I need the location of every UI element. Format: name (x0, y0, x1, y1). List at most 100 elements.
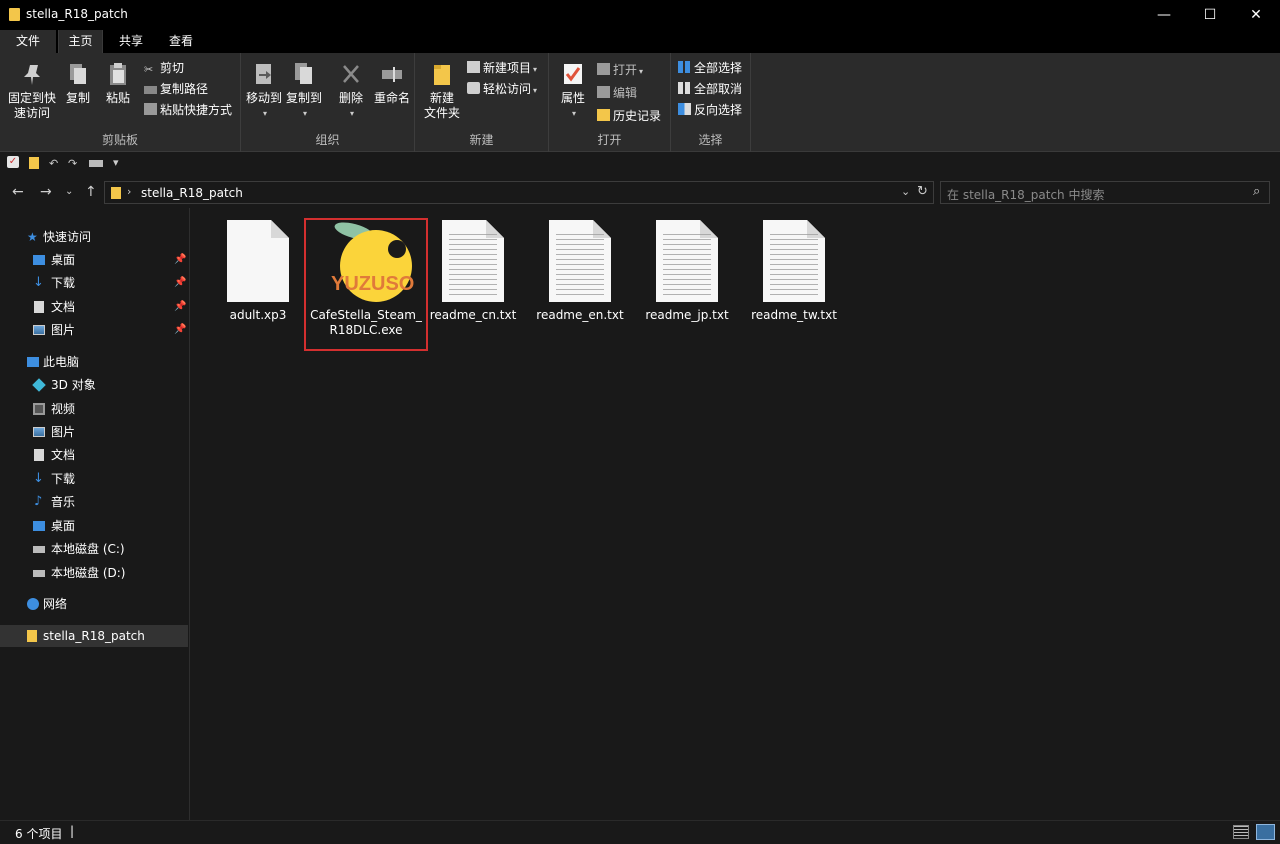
yuzusoft-app-icon: YUZUSOFT (318, 220, 439, 304)
nav-documents[interactable]: 文档 (0, 444, 188, 466)
move-to-icon (256, 64, 271, 84)
easy-access-label: 轻松访问 (483, 82, 532, 96)
forward-arrow-icon[interactable]: → (40, 184, 52, 200)
nav-drive-c[interactable]: 本地磁盘 (C:) (0, 538, 188, 560)
nav-current-folder[interactable]: stella_R18_patch (0, 625, 188, 647)
copy-path-icon (144, 86, 157, 94)
music-note-icon: ♪ (34, 494, 43, 509)
rename-button[interactable]: 重命名 (373, 61, 411, 106)
cut-button[interactable]: ✂ 剪切 (144, 59, 184, 77)
select-group-label: 选择 (698, 133, 723, 147)
rename-label: 重命名 (373, 91, 410, 105)
nav-pictures[interactable]: 图片 (0, 421, 188, 443)
delete-dropdown-icon: ▾ (349, 109, 354, 118)
nav-this-pc[interactable]: 此电脑 (0, 351, 188, 373)
text-file-icon (763, 220, 825, 302)
invert-selection-label: 反向选择 (694, 103, 743, 117)
customize-qat-icon[interactable]: ▾ (113, 156, 119, 169)
edit-label: 编辑 (613, 86, 638, 100)
nav-quick-downloads[interactable]: ↓ 下载 📌 (0, 272, 188, 294)
copy-button[interactable]: 复制 (64, 61, 92, 106)
details-view-icon[interactable] (1233, 825, 1249, 839)
new-group: 新建 文件夹 新建项目 ▾ 轻松访问 ▾ 新建 (415, 53, 549, 152)
nav-quick-downloads-label: 下载 (51, 276, 76, 290)
undo-icon[interactable]: ↶ (49, 157, 58, 170)
history-button[interactable]: 历史记录 (597, 107, 661, 125)
nav-drive-d[interactable]: 本地磁盘 (D:) (0, 562, 188, 584)
easy-access-button[interactable]: 轻松访问 ▾ (467, 80, 537, 98)
status-separator: | (70, 824, 75, 838)
select-none-button[interactable]: 全部取消 (678, 80, 742, 98)
copy-path-button[interactable]: 复制路径 (144, 80, 208, 98)
redo-icon[interactable]: ↷ (68, 157, 77, 170)
explorer-window: stella_R18_patch — ☐ ✕ 文件 主页 共享 查看 ︿ ? 固… (0, 0, 1280, 844)
file-item-selected[interactable]: YUZUSOFT CafeStella_Steam_R18DLC.exe (304, 218, 439, 351)
tab-home[interactable]: 主页 (58, 30, 103, 53)
move-to-button[interactable]: 移动到 ▾ (245, 61, 283, 121)
nav-quick-desktop[interactable]: 桌面 📌 (0, 249, 188, 271)
folder-icon (27, 630, 37, 642)
properties-dropdown-icon: ▾ (571, 109, 576, 118)
properties-button[interactable]: 属性 ▾ (559, 61, 587, 121)
file-item[interactable]: readme_cn.txt (414, 220, 532, 323)
nav-music[interactable]: ♪ 音乐 (0, 491, 188, 513)
text-file-icon (656, 220, 718, 302)
window-title: stella_R18_patch (26, 7, 128, 21)
large-icons-view-icon[interactable] (1256, 824, 1275, 840)
pin-icon[interactable]: 📌 (174, 249, 186, 271)
nav-downloads[interactable]: ↓ 下载 (0, 468, 188, 490)
tab-view[interactable]: 查看 (158, 30, 204, 53)
address-bar[interactable]: › stella_R18_patch ⌄ ↻ (104, 181, 934, 204)
search-icon[interactable]: ⌕ (1253, 184, 1260, 199)
pin-icon[interactable]: 📌 (174, 296, 186, 318)
pin-icon[interactable]: 📌 (174, 319, 186, 341)
pin-icon[interactable]: 📌 (174, 272, 186, 294)
close-button[interactable]: ✕ (1233, 0, 1279, 30)
paste-shortcut-button[interactable]: 粘贴快捷方式 (144, 101, 232, 119)
nav-desktop[interactable]: 桌面 (0, 515, 188, 537)
file-item[interactable]: readme_jp.txt (628, 220, 746, 323)
nav-quick-documents[interactable]: 文档 📌 (0, 296, 188, 318)
select-all-button[interactable]: 全部选择 (678, 59, 742, 77)
file-item[interactable]: readme_en.txt (521, 220, 639, 323)
new-folder-qat-icon[interactable] (29, 157, 39, 169)
maximize-button[interactable]: ☐ (1187, 0, 1233, 30)
address-path[interactable]: stella_R18_patch (141, 186, 243, 200)
file-item[interactable]: adult.xp3 (199, 220, 317, 323)
nav-quick-access[interactable]: ★ 快速访问 (0, 226, 188, 248)
up-arrow-icon[interactable]: ↑ (85, 184, 97, 200)
search-input[interactable]: 在 stella_R18_patch 中搜索 ⌕ (940, 181, 1270, 204)
copy-to-button[interactable]: 复制到 ▾ (285, 61, 323, 121)
tab-share[interactable]: 共享 (108, 30, 154, 53)
copy-icon (70, 64, 86, 84)
edit-button[interactable]: 编辑 (597, 84, 637, 102)
back-arrow-icon[interactable]: ← (12, 184, 24, 200)
chevron-right-icon[interactable]: › (127, 185, 131, 198)
recent-locations-icon[interactable]: ⌄ (65, 186, 73, 197)
properties-qat-icon[interactable]: ✓ (7, 156, 19, 168)
chevron-down-icon[interactable]: ⌄ (901, 185, 910, 198)
file-item[interactable]: readme_tw.txt (735, 220, 853, 323)
tab-file[interactable]: 文件 (0, 30, 56, 53)
minimize-button[interactable]: — (1141, 0, 1187, 30)
new-folder-button[interactable]: 新建 文件夹 (423, 61, 461, 121)
pin-quick-access-button[interactable]: 固定到快 速访问 (6, 61, 58, 121)
invert-selection-icon (678, 103, 691, 115)
refresh-icon[interactable]: ↻ (917, 184, 928, 199)
nav-network[interactable]: 网络 (0, 593, 188, 615)
delete-button[interactable]: 删除 ▾ (337, 61, 365, 121)
rename-qat-icon[interactable] (89, 160, 103, 167)
invert-selection-button[interactable]: 反向选择 (678, 101, 742, 119)
status-bar: 6 个项目 | (0, 820, 1280, 844)
open-button[interactable]: 打开 ▾ (597, 61, 643, 79)
nav-3d-objects[interactable]: 3D 对象 (0, 374, 188, 396)
video-icon (33, 403, 45, 415)
new-item-button[interactable]: 新建项目 ▾ (467, 59, 537, 77)
paste-button[interactable]: 粘贴 (104, 61, 132, 106)
organize-group-label: 组织 (315, 133, 340, 147)
clipboard-group-label: 剪贴板 (101, 133, 138, 147)
nav-videos[interactable]: 视频 (0, 398, 188, 420)
download-icon: ↓ (33, 471, 44, 486)
nav-quick-pictures[interactable]: 图片 📌 (0, 319, 188, 341)
address-row: ← → ⌄ ↑ › stella_R18_patch ⌄ ↻ 在 stella_… (0, 176, 1280, 208)
